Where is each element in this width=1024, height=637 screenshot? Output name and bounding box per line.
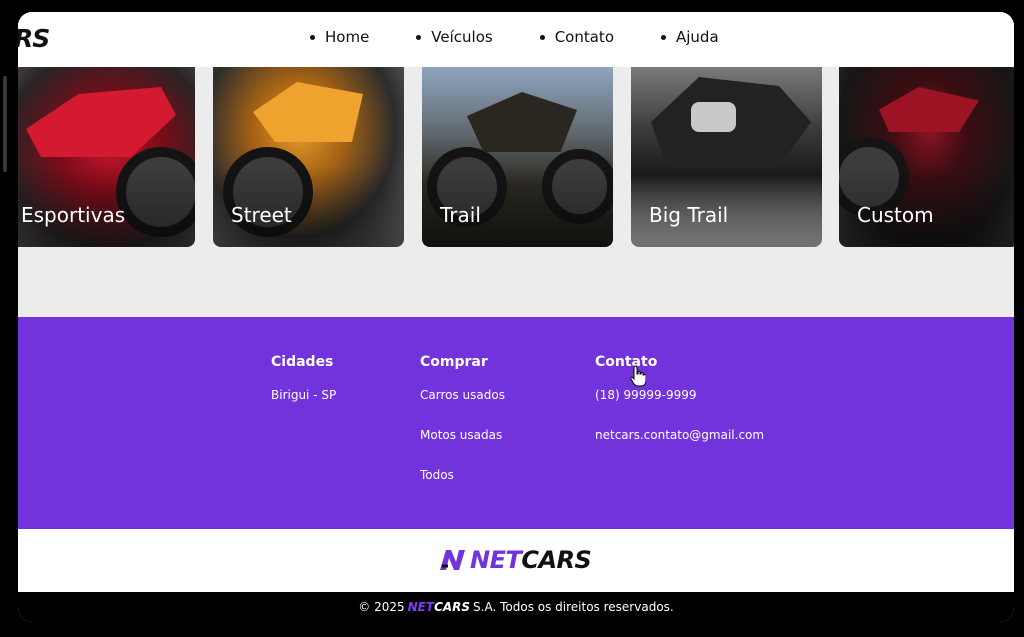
window-edge-tab [3,76,7,172]
footer-heading: Contato [595,354,658,370]
category-card-esportivas[interactable]: Esportivas [18,67,195,247]
category-card-street[interactable]: Street [213,67,404,247]
main-nav: Home Veículos Contato Ajuda [310,28,719,46]
copyright-prefix: © 2025 [358,600,405,614]
footer-link[interactable]: Todos [420,468,505,482]
nav-home[interactable]: Home [310,28,369,46]
category-card-custom[interactable]: Custom [839,67,1014,247]
category-label: Big Trail [649,203,729,227]
hand-pointer-cursor-icon [630,365,647,391]
category-carousel: Esportivas Street Trail Big Trail Custom [18,67,1014,247]
footer-heading: Cidades [271,354,334,370]
nav-veiculos-label: Veículos [431,28,493,46]
nav-ajuda-label: Ajuda [676,28,719,46]
nav-veiculos[interactable]: Veículos [416,28,493,46]
category-label: Street [231,203,292,227]
netcars-logo[interactable]: NETCARS [438,546,592,574]
copyright-brand: NETCARS [407,600,471,614]
bullet-icon [310,34,315,40]
category-label: Esportivas [21,203,126,227]
copyright-bar: © 2025 NETCARS S.A. Todos os direitos re… [18,592,1014,622]
site-header: RS Home Veículos Contato Ajuda [18,12,1014,67]
brand-name: NETCARS [470,546,592,574]
header-logo[interactable]: RS [18,24,50,53]
bullet-icon [661,34,666,40]
nav-home-label: Home [325,28,370,46]
nav-contato[interactable]: Contato [539,28,614,46]
footer-column-cidades: Cidades Birigui - SP [271,354,336,428]
site-footer: Cidades Birigui - SP Comprar Carros usad… [18,317,1014,529]
footer-link[interactable]: Motos usadas [420,428,505,442]
footer-link[interactable]: Carros usados [420,388,505,402]
nav-contato-label: Contato [554,28,614,46]
brand-strip: NETCARS [18,529,1014,592]
footer-heading: Comprar [420,354,488,370]
bullet-icon [416,34,422,40]
footer-link[interactable]: (18) 99999-9999 [595,388,764,402]
footer-column-comprar: Comprar Carros usados Motos usadas Todos [420,354,505,508]
footer-link[interactable]: Birigui - SP [271,388,336,402]
category-card-big-trail[interactable]: Big Trail [631,67,822,247]
footer-link[interactable]: netcars.contato@gmail.com [595,428,764,442]
nav-ajuda[interactable]: Ajuda [661,28,719,46]
browser-viewport: RS Home Veículos Contato Ajuda Esportiva… [18,12,1014,622]
footer-column-contato: Contato (18) 99999-9999 netcars.contato@… [595,354,764,468]
copyright-text: S.A. Todos os direitos reservados. [473,600,674,614]
netcars-logo-icon [440,550,465,570]
category-label: Custom [857,203,934,227]
bullet-icon [539,34,545,40]
category-label: Trail [440,203,481,227]
category-card-trail[interactable]: Trail [422,67,613,247]
